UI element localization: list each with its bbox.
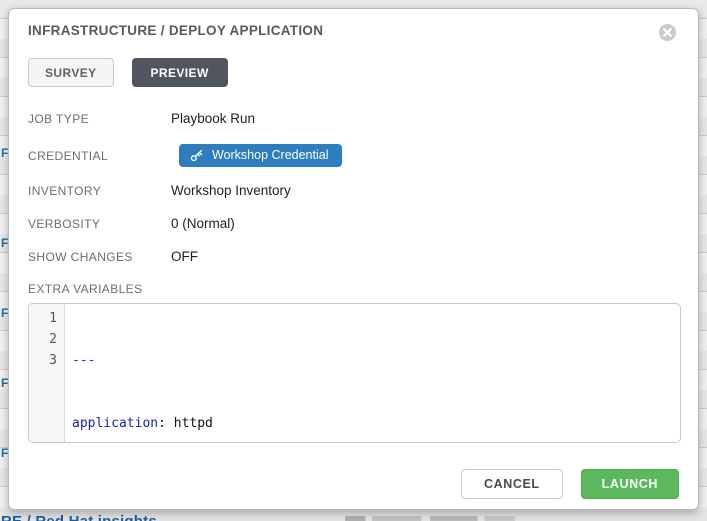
yaml-doc-separator: --- [72,353,95,368]
job-type-label: JOB TYPE [28,112,171,126]
job-type-value: Playbook Run [171,111,255,126]
inventory-value: Workshop Inventory [171,183,291,198]
field-row-show-changes: SHOW CHANGES OFF [28,249,679,264]
verbosity-label: VERBOSITY [28,217,171,231]
background-partial-heading: RE / Red Hat insights [1,513,157,521]
line-number: 2 [29,329,57,350]
key-icon [190,149,203,162]
line-number: 1 [29,308,57,329]
show-changes-label: SHOW CHANGES [28,250,171,264]
show-changes-value: OFF [171,249,198,264]
background-page-strip: RE / Red Hat insights [0,510,707,521]
extra-variables-label: EXTRA VARIABLES [28,282,679,296]
yaml-value: : httpd [158,416,213,431]
job-detail-fields: JOB TYPE Playbook Run CREDENTIAL Worksho… [28,111,679,264]
credential-label: CREDENTIAL [28,149,171,163]
close-icon[interactable] [659,24,676,41]
extra-variables-section: EXTRA VARIABLES 1 2 3 --- application: h… [28,282,679,443]
credential-badge[interactable]: Workshop Credential [179,144,342,167]
modal-title: INFRASTRUCTURE / DEPLOY APPLICATION [28,23,679,39]
verbosity-value: 0 (Normal) [171,216,235,231]
modal-footer: CANCEL LAUNCH [28,469,679,499]
credential-badge-label: Workshop Credential [212,148,329,162]
deploy-application-modal: INFRASTRUCTURE / DEPLOY APPLICATION SURV… [8,8,699,510]
background-text-fragment: F [1,147,8,159]
yaml-key: application [72,416,158,431]
background-text-fragment: F [1,447,8,459]
extra-variables-editor[interactable]: 1 2 3 --- application: httpd [28,303,681,443]
cancel-button[interactable]: CANCEL [461,469,563,499]
tab-survey[interactable]: SURVEY [28,58,114,87]
tab-preview[interactable]: PREVIEW [132,58,228,87]
field-row-verbosity: VERBOSITY 0 (Normal) [28,216,679,231]
field-row-inventory: INVENTORY Workshop Inventory [28,183,679,198]
inventory-label: INVENTORY [28,184,171,198]
background-text-fragment: F [1,377,8,389]
field-row-job-type: JOB TYPE Playbook Run [28,111,679,126]
code-line: --- [72,350,213,371]
background-text-fragment: F [1,237,8,249]
modal-header: INFRASTRUCTURE / DEPLOY APPLICATION [28,23,679,39]
line-number: 3 [29,350,57,371]
code-line: application: httpd [72,413,213,434]
modal-tabs: SURVEY PREVIEW [28,58,679,87]
editor-code-area[interactable]: --- application: httpd [65,304,213,442]
field-row-credential: CREDENTIAL Workshop Credential [28,144,679,167]
launch-button[interactable]: LAUNCH [581,469,679,499]
background-text-fragment: F [1,307,8,319]
editor-line-number-gutter: 1 2 3 [29,304,65,442]
background-partial-text [345,516,515,521]
